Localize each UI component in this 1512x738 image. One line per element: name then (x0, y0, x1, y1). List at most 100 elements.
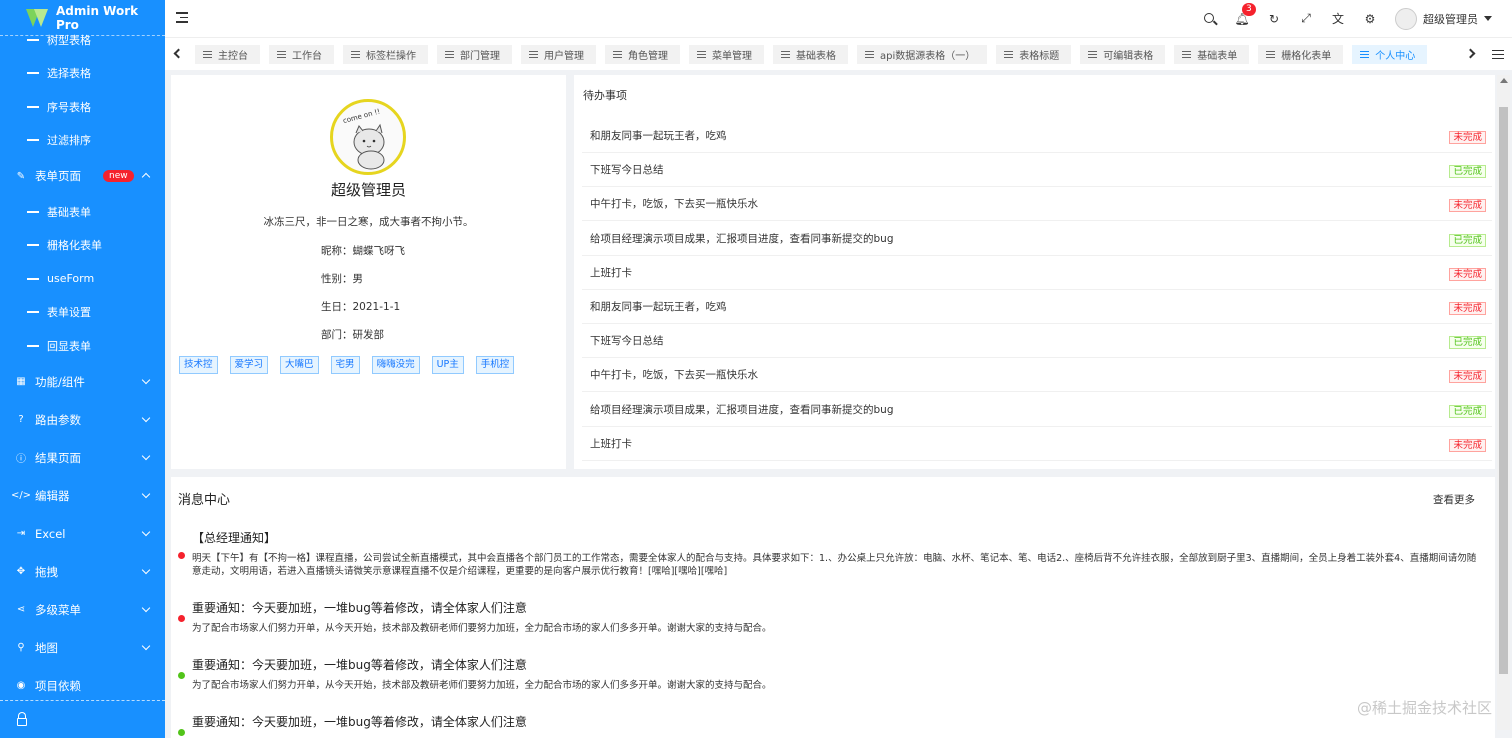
notification-badge: 3 (1242, 2, 1256, 16)
profile-tag: 宅男 (330, 356, 360, 374)
menu-icon (781, 51, 790, 58)
todo-card: 待办事项 和朋友同事一起玩王者，吃鸡 未完成 下班写今日总结 已完成 中午打卡，吃饭，下… (574, 75, 1495, 469)
sidebar-item-tree-table[interactable]: 树型表格 (0, 23, 165, 57)
message-item[interactable]: 重要通知：今天要加班，一堆bug等着修改，请全体家人们注意 为了配合市场家人们努力… (178, 599, 1482, 635)
sidebar-group-result[interactable]: ⓘ 结果页面 (0, 439, 165, 477)
profile-tag: 大嘴巴 (280, 356, 319, 374)
page-scrollbar[interactable] (1497, 75, 1510, 730)
profile-birthday: 生日：2021-1-1 (321, 301, 401, 313)
message-body: 为了配合市场家人们努力开单，从今天开始，技术部及教研老师们要努力加班，全力配合市… (192, 623, 772, 634)
sidebar-item-project-deps[interactable]: ◉ 项目依赖 (0, 667, 165, 705)
sidebar-item-echo-form[interactable]: 回显表单 (0, 329, 165, 363)
chevron-left-icon[interactable] (173, 48, 184, 59)
menu-icon (613, 51, 622, 58)
menu-icon (277, 51, 286, 58)
view-more-link[interactable]: 查看更多 (1433, 492, 1475, 507)
dash-icon (27, 38, 39, 41)
sidebar-item-filter-sort[interactable]: 过滤排序 (0, 124, 165, 158)
sidebar-group-map[interactable]: ⚲ 地图 (0, 629, 165, 667)
sidebar-item-form-settings[interactable]: 表单设置 (0, 296, 165, 330)
username[interactable]: 超级管理员 (1423, 11, 1478, 27)
message-item[interactable]: 重要通知：今天要加班，一堆bug等着修改，请全体家人们注意 (178, 713, 1482, 736)
dash-icon (27, 244, 39, 247)
sidebar-item-basic-form[interactable]: 基础表单 (0, 195, 165, 229)
sidebar-item-grid-form[interactable]: 栅格化表单 (0, 229, 165, 263)
drag-icon: ✥ (16, 566, 26, 577)
tab-item[interactable]: 部门管理 (437, 45, 512, 64)
tab-item[interactable]: 基础表单 (1174, 45, 1250, 64)
sidebar-item-label: useForm (47, 272, 95, 286)
tab-item[interactable]: 标签栏操作 (343, 45, 428, 64)
menu-icon (351, 51, 360, 58)
tab-item[interactable]: 个人中心 (1352, 45, 1428, 64)
todo-item: 和朋友同事一起玩王者，吃鸡 未完成 (582, 290, 1492, 324)
tab-label: 主控台 (218, 51, 248, 62)
tab-item[interactable]: 基础表格 (773, 45, 848, 64)
todo-item-text: 中午打卡，吃饭，下去买一瓶快乐水 (590, 369, 758, 382)
sidebar-group-label: 拖拽 (35, 564, 58, 579)
message-item[interactable]: 【总经理通知】 明天【下午】有【不拘一格】课程直播，公司尝试全新直播模式，其中会直… (178, 529, 1482, 578)
status-dot (178, 615, 185, 622)
search-icon[interactable] (1203, 12, 1217, 26)
sidebar-group-multilevel[interactable]: ⋖ 多级菜单 (0, 591, 165, 629)
profile-motto: 冰冻三尺，非一日之寒，成大事者不拘小节。 (263, 216, 474, 228)
scrollbar-thumb[interactable] (1499, 107, 1508, 674)
tab-item[interactable]: 可编辑表格 (1080, 45, 1166, 64)
tab-item[interactable]: 角色管理 (605, 45, 680, 64)
refresh-icon[interactable]: ↻ (1267, 12, 1281, 26)
tab-label: 部门管理 (460, 51, 500, 62)
todo-item-text: 和朋友同事一起玩王者，吃鸡 (590, 301, 727, 313)
tab-menu-icon[interactable] (1492, 50, 1504, 59)
gear-icon[interactable]: ⚙ (1363, 12, 1377, 26)
tab-label: 可编辑表格 (1103, 51, 1154, 62)
tab-item[interactable]: api数据源表格（一） (857, 45, 988, 64)
sidebar-group-drag[interactable]: ✥ 拖拽 (0, 553, 165, 591)
tab-label: 基础表格 (796, 51, 836, 62)
sidebar-group-excel[interactable]: ⇥ Excel (0, 515, 165, 553)
tab-item[interactable]: 主控台 (195, 45, 260, 64)
sidebar-group-route-params[interactable]: ? 路由参数 (0, 401, 165, 439)
edit-icon: ✎ (16, 170, 26, 182)
sidebar-item-label: 过滤排序 (47, 134, 91, 148)
help-circle-icon: ? (18, 414, 24, 425)
avatar[interactable] (1395, 7, 1417, 30)
tab-label: 标签栏操作 (366, 51, 416, 62)
tab-label: 菜单管理 (712, 51, 752, 62)
sidebar-group-editor[interactable]: </> 编辑器 (0, 477, 165, 515)
fullscreen-icon[interactable]: ⤢ (1299, 11, 1313, 26)
status-badge: 未完成 (1449, 438, 1486, 452)
translate-icon[interactable]: 文 (1331, 12, 1345, 26)
login-icon: ⇥ (16, 528, 26, 539)
tab-item[interactable]: 栅格化表单 (1258, 45, 1344, 64)
tab-item[interactable]: 工作台 (269, 45, 334, 64)
scroll-up-icon[interactable] (1500, 78, 1508, 83)
chevron-right-icon[interactable] (1465, 48, 1476, 59)
sidebar-item-index-table[interactable]: 序号表格 (0, 90, 165, 124)
dash-icon (27, 210, 39, 213)
tab-label: 工作台 (292, 51, 322, 62)
profile-tag: 技术控 (179, 356, 218, 374)
tab-item[interactable]: 表格标题 (996, 45, 1072, 64)
tab-item[interactable]: 菜单管理 (689, 45, 764, 64)
message-item[interactable]: 重要通知：今天要加班，一堆bug等着修改，请全体家人们注意 为了配合市场家人们努力… (178, 656, 1482, 692)
sidebar-group-form[interactable]: ✎ 表单页面 new (0, 157, 165, 195)
sidebar-item-label: 序号表格 (47, 100, 91, 114)
lock-screen-button[interactable] (0, 700, 165, 738)
share-icon: ⋖ (16, 604, 26, 615)
caret-down-icon[interactable] (1484, 16, 1492, 21)
tab-item[interactable]: 用户管理 (521, 45, 596, 64)
sidebar-item-select-table[interactable]: 选择表格 (0, 57, 165, 91)
menu-icon (1004, 51, 1014, 58)
menu-icon (865, 51, 874, 58)
sidebar: Admin Work Pro 树型表格 选择表格 序号表格 过滤排序 ✎ 表单页… (0, 0, 165, 738)
profile-tag: 嗨嗨没完 (371, 356, 420, 374)
sidebar-item-useform[interactable]: useForm (0, 262, 165, 296)
todo-item-text: 上班打卡 (590, 266, 632, 279)
status-dot (178, 552, 185, 559)
fold-menu-icon[interactable] (176, 12, 188, 23)
sidebar-group-components[interactable]: ▦ 功能/组件 (0, 363, 165, 401)
bell-icon[interactable]: 🔔︎ 3 (1234, 2, 1256, 26)
todo-item: 给项目经理演示项目成果，汇报项目进度，查看同事新提交的bug 已完成 (582, 393, 1492, 427)
chevron-down-icon (141, 603, 151, 612)
grid-icon: ▦ (16, 376, 26, 387)
